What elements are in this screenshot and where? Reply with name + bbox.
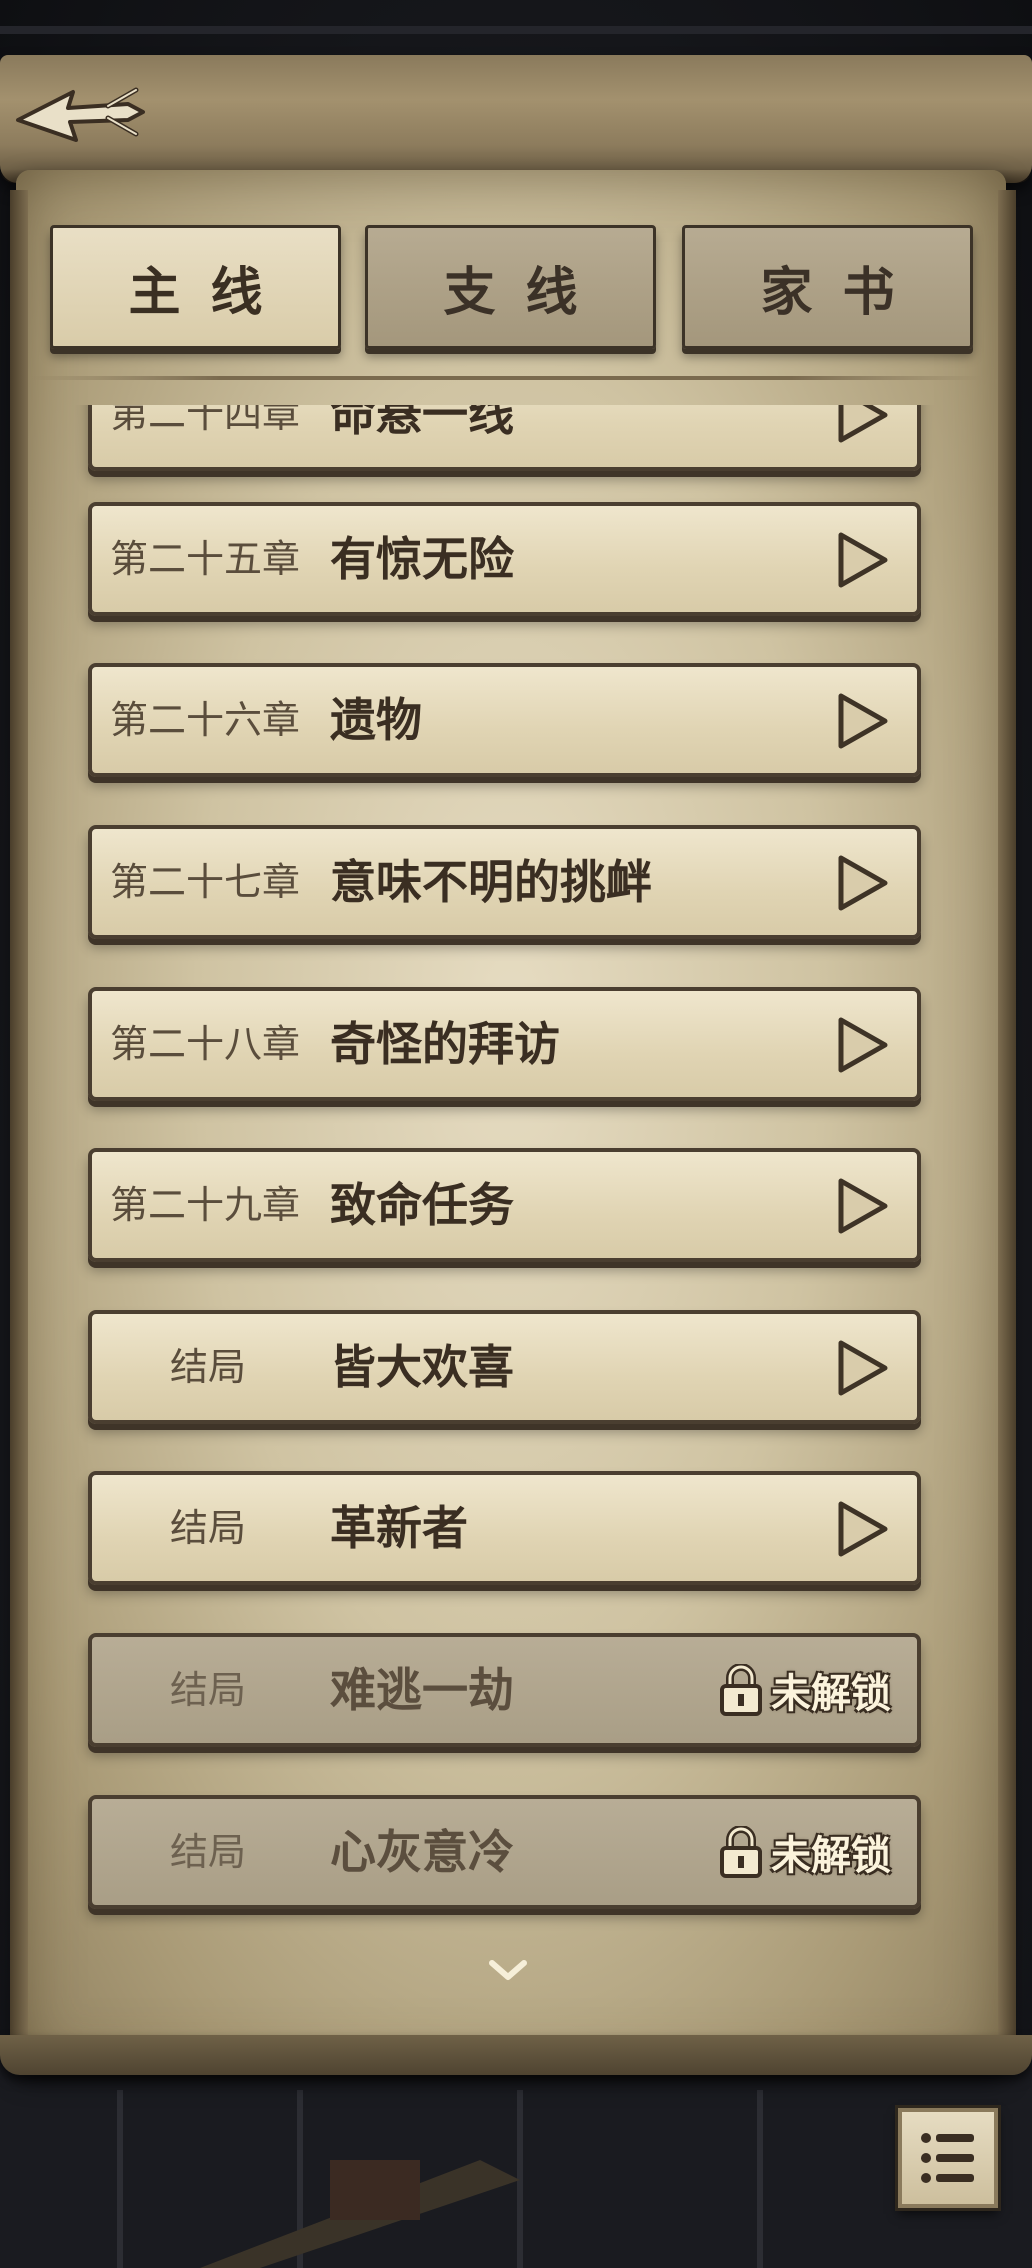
play-triangle-icon[interactable] [833, 1339, 891, 1397]
chapter-number: 结局 [170, 1345, 247, 1389]
chapter-row[interactable]: 第二十七章 意味不明的挑衅 [88, 825, 921, 939]
play-triangle-icon[interactable] [833, 1177, 891, 1235]
chapter-title: 革新者 [330, 1501, 468, 1555]
list-menu-icon [921, 2133, 974, 2183]
menu-button[interactable] [898, 2108, 998, 2208]
game-screen: 主线 支线 家书 第二十四章 命悬一线 第二十五章 有惊无险 第二十六章 遗物 … [0, 0, 1032, 2268]
chapter-title: 命悬一线 [330, 405, 514, 441]
chapter-row[interactable]: 结局 皆大欢喜 [88, 1310, 921, 1424]
chapter-title: 有惊无险 [330, 532, 514, 586]
locked-label: 未解锁 [771, 1671, 891, 1717]
chapter-number: 第二十四章 [110, 405, 301, 436]
locked-indicator: 未解锁 [719, 1799, 891, 1905]
play-triangle-icon[interactable] [833, 1016, 891, 1074]
tab-divider [30, 376, 982, 380]
play-triangle-icon[interactable] [833, 854, 891, 912]
chapter-title: 难逃一劫 [330, 1663, 514, 1717]
padlock-icon [720, 1826, 762, 1878]
tab-label: 家书 [760, 262, 925, 323]
chapter-row[interactable]: 第二十六章 遗物 [88, 663, 921, 777]
chapter-list[interactable]: 第二十四章 命悬一线 第二十五章 有惊无险 第二十六章 遗物 第二十七章 意味不… [60, 405, 940, 1940]
chevron-down-icon[interactable] [486, 1955, 530, 1985]
chapter-title: 心灰意冷 [330, 1825, 514, 1879]
locked-label: 未解锁 [771, 1833, 891, 1879]
chapter-title: 意味不明的挑衅 [330, 855, 652, 909]
chapter-number: 第二十六章 [110, 698, 301, 742]
chapter-number: 第二十八章 [110, 1022, 301, 1066]
scroll-bottom-roll [0, 2035, 1032, 2075]
chapter-row[interactable]: 第二十五章 有惊无险 [88, 502, 921, 616]
tab-label: 主线 [128, 262, 293, 323]
scroll-top-roll [0, 55, 1032, 183]
back-arrow-icon[interactable] [8, 70, 148, 160]
chapter-number: 第二十九章 [110, 1183, 301, 1227]
parchment-edge-left [10, 190, 28, 2050]
parchment-edge-right [998, 190, 1016, 2050]
chapter-row[interactable]: 第二十九章 致命任务 [88, 1148, 921, 1262]
tab-letters[interactable]: 家书 [682, 225, 973, 349]
tab-main-story[interactable]: 主线 [50, 225, 341, 349]
chapter-number: 第二十七章 [110, 860, 301, 904]
chapter-title: 皆大欢喜 [330, 1340, 514, 1394]
chapter-title: 致命任务 [330, 1178, 514, 1232]
chapter-number: 结局 [170, 1668, 247, 1712]
chapter-number: 结局 [170, 1830, 247, 1874]
locked-indicator: 未解锁 [719, 1637, 891, 1743]
chapter-number: 第二十五章 [110, 537, 301, 581]
chapter-row[interactable]: 结局 革新者 [88, 1471, 921, 1585]
padlock-icon [720, 1664, 762, 1716]
play-triangle-icon[interactable] [833, 1500, 891, 1558]
chapter-title: 遗物 [330, 693, 422, 747]
tab-side-story[interactable]: 支线 [365, 225, 656, 349]
chapter-row-locked[interactable]: 结局 心灰意冷 未解锁 [88, 1795, 921, 1909]
chapter-title: 奇怪的拜访 [330, 1017, 560, 1071]
chapter-row[interactable]: 第二十八章 奇怪的拜访 [88, 987, 921, 1101]
chapter-row[interactable]: 第二十四章 命悬一线 [88, 405, 921, 471]
play-triangle-icon[interactable] [833, 692, 891, 750]
chapter-number: 结局 [170, 1506, 247, 1550]
tab-label: 支线 [443, 262, 608, 323]
chapter-row-locked[interactable]: 结局 难逃一劫 未解锁 [88, 1633, 921, 1747]
play-triangle-icon[interactable] [833, 531, 891, 589]
play-triangle-icon[interactable] [833, 405, 891, 444]
